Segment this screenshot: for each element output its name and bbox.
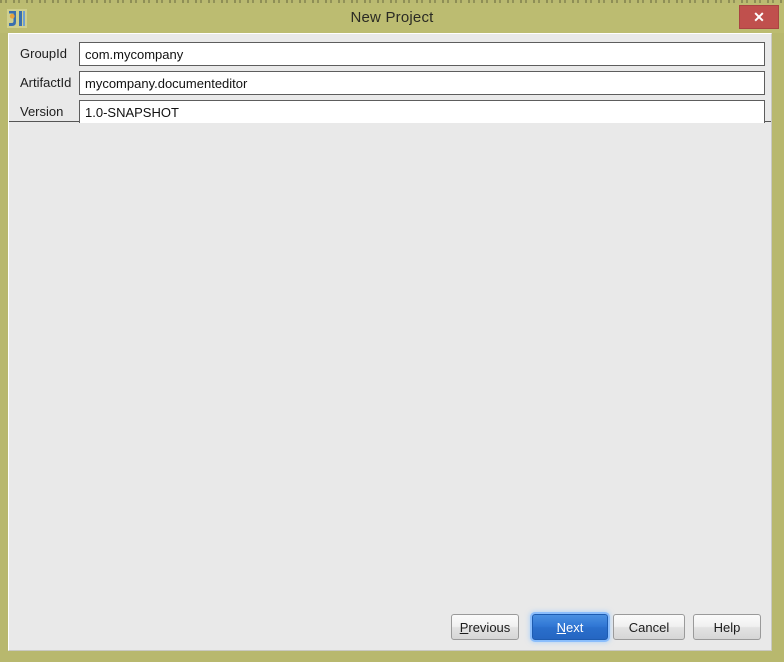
previous-suffix: revious (468, 619, 511, 635)
next-mnemonic: N (556, 619, 567, 635)
groupid-input[interactable] (79, 42, 765, 66)
cancel-button[interactable]: Cancel (613, 614, 685, 640)
next-suffix: ext (566, 619, 584, 635)
window-title: New Project (350, 9, 434, 26)
help-button[interactable]: Help (693, 614, 761, 640)
dialog-button-bar: Previous Next Cancel Help (9, 604, 771, 650)
cancel-button-label: Cancel (628, 619, 670, 635)
close-icon[interactable]: ✕ (739, 5, 779, 29)
close-glyph: ✕ (753, 9, 765, 25)
form-row-version: Version (9, 100, 771, 124)
form-row-groupid: GroupId (9, 42, 771, 66)
previous-button[interactable]: Previous (451, 614, 519, 640)
version-input[interactable] (79, 100, 765, 124)
project-coordinates-form: GroupId ArtifactId Version (9, 34, 771, 124)
form-row-artifactid: ArtifactId (9, 71, 771, 95)
version-label: Version (20, 104, 64, 119)
wizard-content-panel (9, 123, 771, 604)
next-button[interactable]: Next (532, 614, 608, 640)
groupid-label: GroupId (20, 46, 67, 61)
previous-button-label: Previous (460, 620, 511, 635)
title-bar[interactable]: New Project ✕ (0, 3, 784, 33)
new-project-dialog-window: New Project ✕ GroupId ArtifactId Version (0, 0, 784, 662)
next-button-label: Next (557, 620, 584, 635)
artifactid-input[interactable] (79, 71, 765, 95)
artifactid-label: ArtifactId (20, 75, 72, 90)
help-button-label: Help (713, 619, 741, 635)
dialog-body: GroupId ArtifactId Version Previous Next (8, 33, 772, 651)
